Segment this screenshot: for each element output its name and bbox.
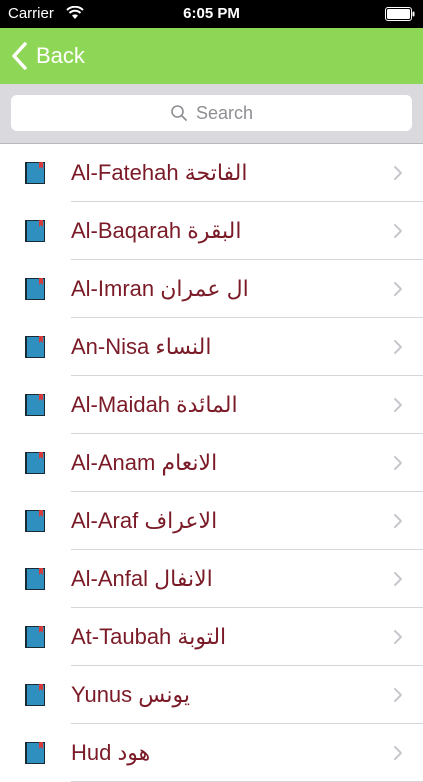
list-item[interactable]: Al-Anfal الانفال [0,550,423,608]
surah-name: Al-Anam الانعام [71,450,218,475]
book-icon [25,278,45,300]
search-icon [171,105,187,121]
list-item[interactable]: Al-Araf الاعراف [0,492,423,550]
book-icon [25,394,45,416]
chevron-right-icon [394,572,402,586]
list-item[interactable]: At-Taubah التوبة [0,608,423,666]
book-icon [25,452,45,474]
chevron-right-icon [394,166,402,180]
status-bar: Carrier 6:05 PM [0,0,423,28]
book-icon [25,510,45,532]
battery-icon [385,7,415,21]
surah-name: Al-Anfal الانفال [71,566,213,591]
list-item[interactable]: Al-Anam الانعام [0,434,423,492]
book-icon [25,220,45,242]
search-input[interactable]: Search [11,95,412,131]
chevron-right-icon [394,514,402,528]
back-label: Back [36,43,85,68]
chevron-right-icon [394,224,402,238]
status-time: 6:05 PM [183,5,240,22]
surah-name: Al-Fatehah الفاتحة [71,160,248,185]
book-icon [25,162,45,184]
chevron-right-icon [394,456,402,470]
surah-name: Al-Baqarah البقرة [71,218,242,243]
surah-name: Al-Maidah المائدة [71,392,238,417]
chevron-right-icon [394,630,402,644]
surah-name: Yunus يونس [71,682,190,707]
chevron-right-icon [394,282,402,296]
book-icon [25,684,45,706]
surah-name: Al-Imran ال عمران [71,276,249,301]
search-placeholder: Search [195,102,254,123]
chevron-right-icon [394,398,402,412]
surah-name: Hud هود [71,740,151,765]
surah-list: Al-Fatehah الفاتحة Al-Baqarah البقرة Al-Im… [0,144,423,782]
chevron-right-icon [394,746,402,760]
chevron-right-icon [394,688,402,702]
chevron-right-icon [394,340,402,354]
surah-name: An-Nisa النساء [71,334,212,359]
list-item[interactable]: Hud هود [0,724,423,782]
list-item[interactable]: Al-Baqarah البقرة [0,202,423,260]
list-item[interactable]: Al-Maidah المائدة [0,376,423,434]
list-item[interactable]: Al-Fatehah الفاتحة [0,144,423,202]
book-icon [25,626,45,648]
list-item[interactable]: Al-Imran ال عمران [0,260,423,318]
book-icon [25,742,45,764]
surah-name: Al-Araf الاعراف [71,508,218,533]
chevron-left-icon [12,42,27,70]
list-item[interactable]: An-Nisa النساء [0,318,423,376]
search-bar: Search [0,84,423,144]
book-icon [25,568,45,590]
list-item[interactable]: Yunus يونس [0,666,423,724]
back-button[interactable]: Back [10,40,85,72]
surah-name: At-Taubah التوبة [71,624,227,649]
navigation-bar: Back [0,28,423,84]
book-icon [25,336,45,358]
